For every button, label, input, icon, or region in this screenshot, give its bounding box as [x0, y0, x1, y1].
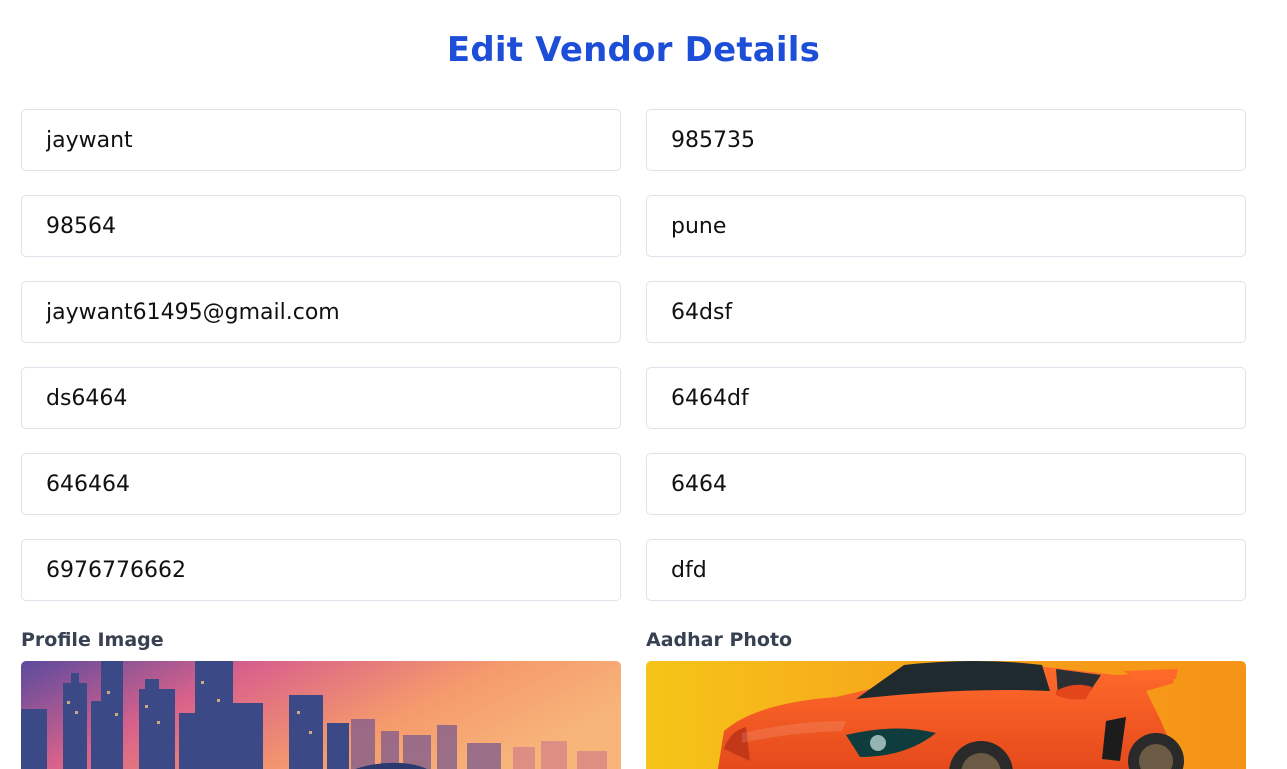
aadhar-photo-preview[interactable] — [646, 661, 1246, 769]
vendor-field-8-input[interactable] — [646, 367, 1246, 429]
vendor-field-6-input[interactable] — [646, 281, 1246, 343]
aadhar-photo-label: Aadhar Photo — [646, 629, 793, 651]
profile-image-preview[interactable] — [21, 661, 621, 769]
vendor-field-12-input[interactable] — [646, 539, 1246, 601]
vendor-field-9-input[interactable] — [21, 453, 621, 515]
city-skyline-image — [21, 661, 621, 769]
page-title: Edit Vendor Details — [446, 30, 821, 70]
vendor-phone-input[interactable] — [21, 539, 621, 601]
vendor-field-10-input[interactable] — [646, 453, 1246, 515]
vendor-name-input[interactable] — [21, 109, 621, 171]
vendor-city-input[interactable] — [646, 195, 1246, 257]
sports-car-image — [646, 661, 1246, 769]
vendor-field-7-input[interactable] — [21, 367, 621, 429]
edit-vendor-page: Edit Vendor Details Profile Image Aadhar… — [0, 0, 1287, 769]
vendor-email-input[interactable] — [21, 281, 621, 343]
profile-image-label: Profile Image — [21, 629, 164, 651]
vendor-field-3-input[interactable] — [21, 195, 621, 257]
vendor-field-2-input[interactable] — [646, 109, 1246, 171]
